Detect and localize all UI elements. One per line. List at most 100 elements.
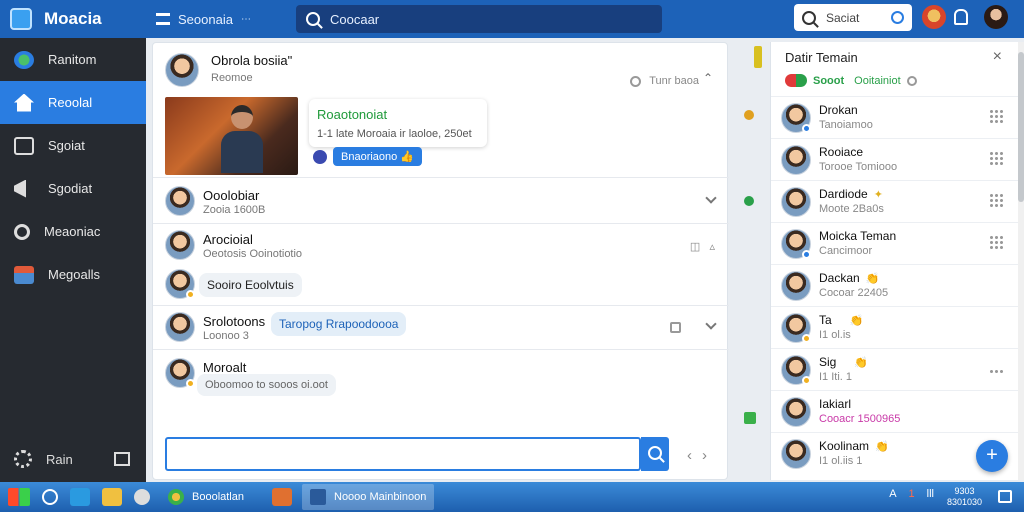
contact-item[interactable]: Dackan 👏 Cocoar 22405 — [771, 264, 1019, 306]
contact-item[interactable]: Sig 👏 I1 Iti. 1 — [771, 348, 1019, 390]
search-icon[interactable] — [42, 489, 58, 505]
post-header: Obrola bosiia" Reomoe — [165, 53, 292, 87]
shield-icon[interactable] — [134, 489, 150, 505]
notification-icon[interactable] — [998, 490, 1012, 503]
sidebar-item-0[interactable]: Ranitom — [0, 38, 146, 81]
list-item[interactable]: Srolotoons Loonoo 3 Taropog Rrapoodoooa — [153, 305, 729, 349]
taskbar-clock[interactable]: 9303 8301030 — [947, 486, 982, 508]
window-icon[interactable] — [70, 488, 90, 506]
avatar[interactable] — [165, 53, 199, 87]
message-input[interactable] — [165, 437, 641, 471]
contact-name: Dardiode ✦ — [819, 187, 883, 201]
drag-handle-icon[interactable] — [989, 109, 1003, 123]
item-name: Arocioial — [203, 232, 253, 247]
sidebar-item-label: Megoalls — [48, 267, 101, 282]
link-title: Roaotonoiat — [317, 107, 388, 122]
drag-handle-icon[interactable] — [989, 193, 1003, 207]
status-row[interactable]: Sooot Ooitainiot — [785, 74, 917, 87]
emoji-icon: 👏 — [875, 441, 889, 453]
contact-sub: Torooe Tomiooo — [819, 161, 898, 173]
reaction-pill[interactable]: Bnaoriaono 👍 — [313, 147, 422, 166]
reaction-button[interactable]: Bnaoriaono 👍 — [333, 147, 422, 166]
avatar — [781, 187, 811, 217]
drag-handle-icon[interactable] — [989, 235, 1003, 249]
contact-item[interactable]: Dardiode ✦ Moote 2Ba0s — [771, 180, 1019, 222]
clock-icon — [906, 75, 917, 86]
note-icon[interactable] — [670, 322, 681, 333]
contacts-panel: Datir Temain × Sooot Ooitainiot Drokan T… — [770, 42, 1019, 480]
start-button[interactable] — [8, 488, 30, 506]
marker — [744, 110, 754, 120]
list-item[interactable]: Ooolobiar Zooia 1600B — [153, 177, 729, 223]
item-name: Srolotoons — [203, 314, 266, 329]
folder-icon[interactable] — [102, 488, 122, 506]
tray-item[interactable]: 1 — [909, 488, 915, 500]
bell-icon[interactable] — [954, 9, 968, 25]
sidebar-item-5[interactable]: Megoalls — [0, 253, 146, 296]
contact-sub: I1 ol.is — [819, 329, 851, 341]
contact-item[interactable]: Iakiarl Cooacr 1500965 — [771, 390, 1019, 432]
search-icon — [306, 12, 320, 26]
scrollbar[interactable] — [1018, 42, 1024, 480]
avatar — [781, 355, 811, 385]
search-person-icon — [14, 223, 30, 240]
clock-icon — [630, 75, 642, 87]
avatar — [313, 149, 327, 164]
list-item[interactable]: Arocioial Oeotosis Ooinotiotio ◫ ▵ — [153, 223, 729, 265]
sidebar-item-3[interactable]: Sgodiat — [0, 167, 146, 210]
notification-avatar[interactable] — [922, 5, 946, 29]
message-bubble: Sooiro Eoolvtuis — [199, 273, 302, 297]
system-tray[interactable]: A 1 lll — [877, 488, 934, 500]
reaction-icons[interactable]: ◫ ▵ — [690, 240, 715, 253]
logout-icon[interactable] — [114, 452, 130, 466]
emoji-icon: 👏 — [849, 315, 864, 327]
sidebar-item-4[interactable]: Meaoniac — [0, 210, 146, 253]
post-meta: Tunr baoa — [630, 75, 699, 87]
megaphone-icon — [14, 179, 26, 198]
link-preview-card[interactable]: Roaotonoiat 1-1 late Moroaia ir laoloe, … — [309, 99, 487, 147]
person-figure — [221, 105, 263, 175]
app-icon[interactable] — [272, 488, 292, 506]
search-button[interactable] — [641, 437, 669, 471]
item-name: Ooolobiar — [203, 188, 260, 203]
task-label: Booolatlan — [192, 491, 244, 503]
contact-item[interactable]: Rooiace Torooe Tomiooo — [771, 138, 1019, 180]
post-image[interactable] — [165, 97, 298, 175]
filter-icon[interactable] — [891, 11, 904, 24]
contact-name: Iakiarl — [819, 397, 852, 411]
scrollbar-thumb[interactable] — [1018, 52, 1024, 202]
more-icon[interactable] — [989, 369, 1003, 373]
pager-arrows[interactable]: ‹› — [687, 447, 717, 464]
section-switcher[interactable]: Seoonaia ⋯ — [146, 12, 296, 27]
gear-icon[interactable] — [14, 450, 32, 468]
post-author[interactable]: Obrola bosiia" — [211, 53, 292, 68]
drag-handle-icon[interactable] — [989, 151, 1003, 165]
user-avatar[interactable] — [984, 5, 1008, 29]
taskbar-app-0[interactable]: Booolatlan — [160, 484, 252, 510]
taskbar-app-1[interactable]: Noooo Mainbinoon — [302, 484, 435, 510]
list-item[interactable]: Moroalt Oboomoo to sooos oi.oot — [153, 349, 729, 431]
secondary-search-input[interactable]: Saciat — [794, 4, 912, 31]
chevron-down-icon[interactable] — [705, 192, 717, 204]
chevron-down-icon[interactable] — [705, 318, 717, 330]
add-contact-button[interactable]: + — [976, 440, 1008, 472]
sidebar-item-1[interactable]: Reoolal — [0, 81, 146, 124]
tray-item[interactable]: lll — [927, 488, 934, 500]
avatar — [781, 439, 811, 469]
item-name: Moroalt — [203, 360, 247, 375]
sidebar-item-2[interactable]: Sgoiat — [0, 124, 146, 167]
avatar — [781, 271, 811, 301]
contact-item[interactable]: Drokan Tanoiamoo — [771, 96, 1019, 138]
avatar — [781, 229, 811, 259]
contact-item[interactable]: Moicka Teman Cancimoor — [771, 222, 1019, 264]
close-icon[interactable]: × — [993, 48, 1002, 66]
global-search-input[interactable]: Coocaar — [296, 5, 662, 33]
settings-label[interactable]: Rain — [46, 452, 73, 467]
contact-item[interactable]: Ta 👏 I1 ol.is — [771, 306, 1019, 348]
app-logo[interactable]: Moacia — [0, 8, 146, 30]
contact-name-text: Dackan — [819, 271, 860, 285]
collapse-icon[interactable]: ⌃ — [703, 71, 713, 85]
list-item[interactable]: Sooiro Eoolvtuis — [153, 267, 729, 303]
tray-item[interactable]: A — [889, 488, 896, 500]
contact-sub: Cancimoor — [819, 245, 873, 257]
